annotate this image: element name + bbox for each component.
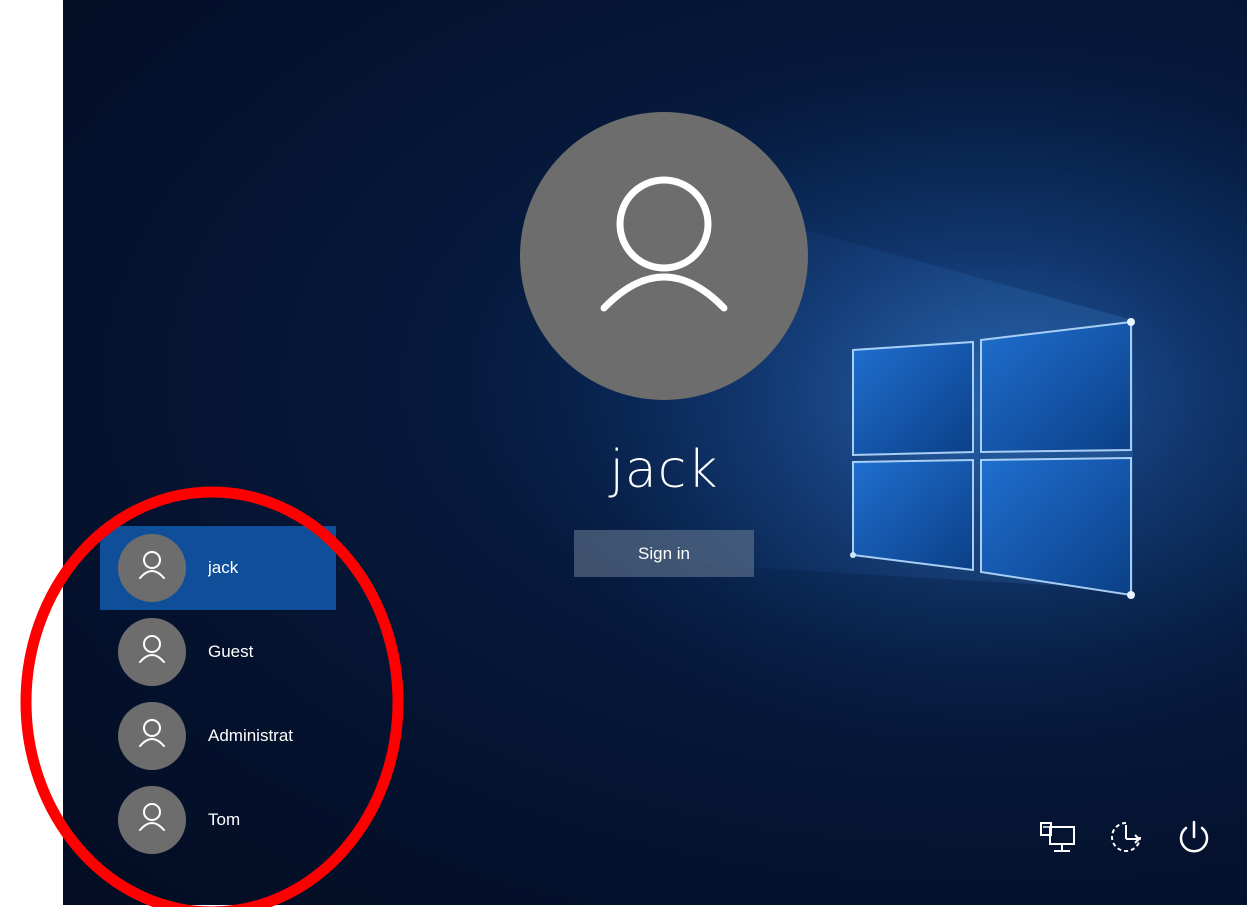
sign-in-button[interactable]: Sign in: [574, 530, 754, 577]
user-item-label: Administrat: [208, 726, 294, 745]
user-avatar: [118, 702, 186, 770]
network-button[interactable]: [1035, 814, 1081, 860]
user-icon: [139, 719, 165, 747]
user-icon: [139, 551, 165, 579]
user-icon: [139, 635, 165, 663]
user-avatar: [118, 534, 186, 602]
current-user-name: jack: [609, 440, 719, 500]
user-item-jack[interactable]: jack: [100, 526, 336, 610]
ease-of-access-icon: [1111, 822, 1141, 852]
power-button[interactable]: [1171, 814, 1217, 860]
page: jack Sign in jack Guest Administrat Tom: [0, 0, 1247, 907]
current-user-avatar: [520, 112, 808, 400]
user-list: jack Guest Administrat Tom: [100, 526, 340, 862]
power-icon: [1179, 820, 1209, 853]
user-item-guest[interactable]: Guest: [100, 610, 336, 694]
user-avatar: [118, 786, 186, 854]
lock-screen: jack Sign in jack Guest Administrat Tom: [63, 0, 1247, 905]
system-buttons: [1035, 814, 1217, 860]
user-item-label: jack: [208, 558, 239, 577]
network-icon: [1040, 822, 1075, 852]
user-icon: [139, 803, 165, 831]
ease-of-access-button[interactable]: [1103, 814, 1149, 860]
user-avatar: [118, 618, 186, 686]
user-item-label: Guest: [208, 642, 254, 661]
user-item-tom[interactable]: Tom: [100, 778, 336, 862]
user-item-administrator[interactable]: Administrat: [100, 694, 336, 778]
user-icon: [600, 176, 728, 312]
user-item-label: Tom: [208, 810, 241, 829]
